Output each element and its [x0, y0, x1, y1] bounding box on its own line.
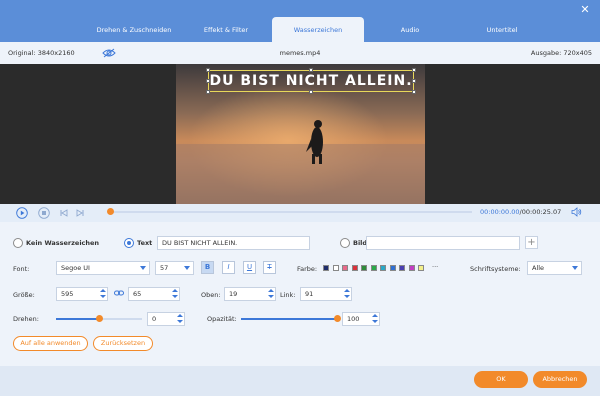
timeline-playhead[interactable]: [107, 208, 114, 215]
info-bar: Original: 3840x2160 memes.mp4 Ausgabe: 7…: [0, 42, 600, 64]
font-size-select[interactable]: 57: [155, 261, 194, 275]
cancel-button[interactable]: Abbrechen: [533, 371, 587, 388]
stop-icon[interactable]: [38, 207, 50, 219]
output-resolution: Ausgabe: 720x405: [530, 49, 592, 57]
bold-button[interactable]: B: [201, 261, 214, 274]
watermark-text-input[interactable]: DU BIST NICHT ALLEIN.: [157, 236, 310, 250]
color-swatch[interactable]: [361, 265, 367, 271]
color-swatch[interactable]: [370, 265, 377, 271]
add-image-icon[interactable]: +: [525, 236, 538, 249]
resize-handle[interactable]: [412, 90, 416, 94]
time-display: 00:00:00.00/00:00:25.07: [480, 208, 561, 216]
font-family-value: Segoe UI: [61, 264, 90, 272]
apply-all-button[interactable]: Auf alle anwenden: [13, 336, 88, 351]
script-select[interactable]: Alle: [527, 261, 582, 275]
height-value: 65: [133, 290, 142, 298]
rotate-value: 0: [152, 315, 157, 323]
previous-frame-icon[interactable]: [58, 207, 70, 219]
top-value: 19: [229, 290, 238, 298]
ok-button[interactable]: OK: [474, 371, 528, 388]
color-swatch[interactable]: [351, 265, 358, 271]
script-label: Schriftsysteme:: [470, 265, 521, 273]
rotate-slider-knob[interactable]: [96, 315, 103, 322]
tab-effects-filters[interactable]: Effekt & Filter: [180, 17, 272, 42]
text-watermark-label: Text: [137, 239, 153, 247]
opacity-slider-knob[interactable]: [334, 315, 341, 322]
color-swatch[interactable]: [389, 265, 396, 271]
file-name: memes.mp4: [279, 49, 321, 57]
volume-icon[interactable]: [571, 207, 582, 217]
resize-handle[interactable]: [412, 68, 416, 72]
tab-subtitles[interactable]: Untertitel: [456, 17, 548, 42]
color-swatch[interactable]: [408, 265, 415, 271]
color-swatch[interactable]: [332, 265, 339, 271]
radio-text-watermark[interactable]: [124, 238, 134, 248]
italic-button[interactable]: I: [222, 261, 235, 274]
tab-rotate-crop[interactable]: Drehen & Zuschneiden: [88, 17, 180, 42]
resize-handle[interactable]: [309, 90, 313, 94]
more-colors-button[interactable]: ···: [432, 263, 438, 271]
width-stepper[interactable]: [99, 287, 107, 301]
left-stepper[interactable]: [343, 287, 351, 301]
resize-handle[interactable]: [412, 79, 416, 83]
chevron-down-icon: [184, 266, 190, 270]
color-swatch[interactable]: [380, 265, 386, 271]
tab-watermark[interactable]: Wasserzeichen: [272, 17, 364, 42]
current-time: 00:00:00.00: [480, 208, 520, 216]
left-value: 91: [305, 290, 314, 298]
title-bar: Drehen & Zuschneiden Effekt & Filter Was…: [0, 0, 600, 42]
color-swatch[interactable]: [399, 265, 405, 271]
play-icon[interactable]: [16, 207, 28, 219]
opacity-value: 100: [347, 315, 360, 323]
radio-image-watermark[interactable]: [340, 238, 350, 248]
height-stepper[interactable]: [171, 287, 179, 301]
close-icon[interactable]: ✕: [578, 3, 592, 17]
tab-bar: Drehen & Zuschneiden Effekt & Filter Was…: [88, 17, 548, 42]
script-value: Alle: [532, 264, 545, 272]
chevron-down-icon: [140, 266, 146, 270]
chevron-down-icon: [572, 266, 578, 270]
tab-audio[interactable]: Audio: [364, 17, 456, 42]
underline-button[interactable]: U: [243, 261, 256, 274]
image-path-input[interactable]: [366, 236, 520, 250]
top-stepper[interactable]: [267, 287, 275, 301]
opacity-slider-fill: [241, 318, 337, 320]
watermark-text-preview[interactable]: DU BIST NICHT ALLEIN.: [208, 70, 414, 92]
rotate-slider-fill: [56, 318, 99, 320]
top-label: Oben:: [201, 291, 221, 299]
left-label: Link:: [280, 291, 296, 299]
resize-handle[interactable]: [309, 68, 313, 72]
opacity-stepper[interactable]: [371, 312, 379, 326]
color-label: Farbe:: [297, 265, 318, 273]
opacity-label: Opazität:: [207, 315, 237, 323]
link-icon[interactable]: [114, 289, 124, 297]
image-watermark-label: Bild: [353, 239, 368, 247]
color-swatch[interactable]: [323, 265, 329, 271]
resize-handle[interactable]: [206, 79, 210, 83]
rotate-stepper[interactable]: [176, 312, 184, 326]
resize-handle[interactable]: [206, 90, 210, 94]
font-label: Font:: [13, 265, 30, 273]
color-swatch[interactable]: [342, 265, 348, 271]
strikethrough-button[interactable]: T: [263, 261, 276, 274]
total-time: /00:00:25.07: [519, 208, 562, 216]
rotate-label: Drehen:: [13, 315, 39, 323]
color-swatch[interactable]: [418, 265, 424, 271]
no-watermark-label: Kein Wasserzeichen: [26, 239, 100, 247]
timeline-track[interactable]: [110, 211, 472, 213]
radio-no-watermark[interactable]: [13, 238, 23, 248]
watermark-editor-window: Drehen & Zuschneiden Effekt & Filter Was…: [0, 0, 600, 396]
width-value: 595: [61, 290, 74, 298]
reset-button[interactable]: Zurücksetzen: [93, 336, 153, 351]
font-size-value: 57: [160, 264, 169, 272]
next-frame-icon[interactable]: [74, 207, 86, 219]
resize-handle[interactable]: [206, 68, 210, 72]
size-label: Größe:: [13, 291, 35, 299]
font-family-select[interactable]: Segoe UI: [56, 261, 150, 275]
